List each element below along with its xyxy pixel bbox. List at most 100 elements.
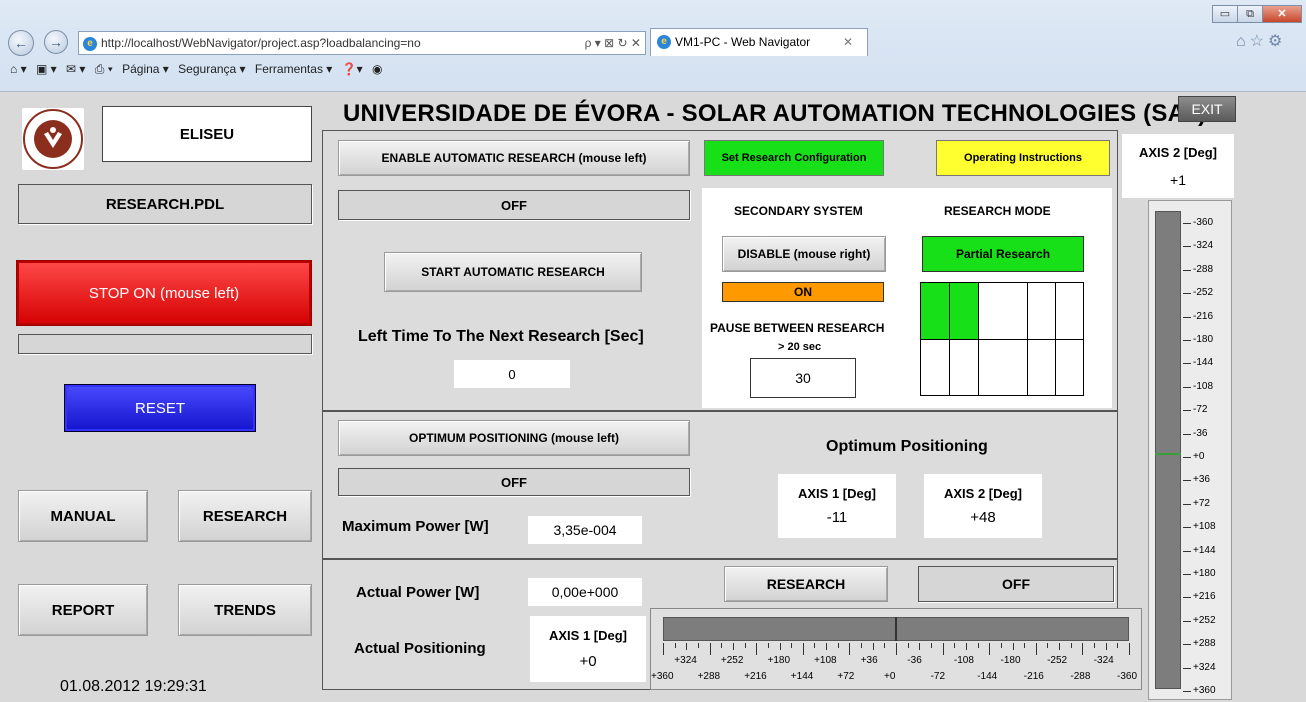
gauge-tick (1183, 550, 1191, 552)
gauge-tick (1183, 293, 1191, 295)
gauge-tick-label: -108 (1193, 380, 1214, 392)
reset-button[interactable]: RESET (64, 384, 256, 432)
left-time-value: 0 (454, 360, 570, 388)
cmd-feeds-icon[interactable]: ▣ ▾ (36, 62, 57, 76)
optimum-positioning-title: Optimum Positioning (826, 438, 988, 455)
gauge-tick (1183, 527, 1191, 529)
scale-tick (1129, 643, 1130, 655)
research-mode-value[interactable]: Partial Research (922, 236, 1084, 272)
instructions-button[interactable]: Operating Instructions (936, 140, 1110, 176)
research-mode-label: RESEARCH MODE (944, 204, 1051, 218)
address-bar[interactable]: e http://localhost/WebNavigator/project.… (78, 31, 646, 55)
scale-minor-tick (791, 643, 793, 648)
gauge-tick-label: +0 (1193, 451, 1205, 462)
scale-minor-tick (709, 643, 711, 648)
scale-minor-tick (861, 643, 863, 648)
enable-research-button[interactable]: ENABLE AUTOMATIC RESEARCH (mouse left) (338, 140, 690, 176)
disable-secondary-button[interactable]: DISABLE (mouse right) (722, 236, 886, 272)
optimum-positioning-button[interactable]: OPTIMUM POSITIONING (mouse left) (338, 420, 690, 456)
maximize-button[interactable]: ⧉ (1237, 5, 1263, 23)
research-nav-button[interactable]: RESEARCH (178, 490, 312, 542)
scale-tick-label: +0 (884, 671, 896, 682)
gauge-tick-label: +360 (1193, 685, 1216, 696)
stop-button[interactable]: STOP ON (mouse left) (16, 260, 312, 326)
scale-minor-tick (767, 643, 769, 648)
command-bar: ⌂ ▾ ▣ ▾ ✉ ▾ ⎙ ▾ Página ▾ Segurança ▾ Fer… (10, 62, 388, 77)
scale-tick-label: -180 (1000, 655, 1021, 666)
gauge-tick-label: -180 (1193, 334, 1214, 345)
scale-tick-label: +144 (790, 671, 814, 682)
axis1-horizontal-scale: +360 +288 +216 +144 +72 +0 -72 -144 -216 -288 -360… (650, 608, 1142, 690)
address-tools[interactable]: ρ ▾ ⊠ ↻ ✕ (585, 32, 641, 54)
actual-axis1-box: AXIS 1 [Deg] +0 (530, 616, 646, 682)
gauge-tick (1183, 667, 1191, 669)
scale-minor-tick (1000, 643, 1002, 648)
actual-research-button[interactable]: RESEARCH (724, 566, 888, 602)
cmd-mail-icon[interactable]: ✉ ▾ (66, 62, 85, 76)
gauge-tick (1183, 574, 1191, 575)
gauge-tick-label: +144 (1193, 544, 1216, 556)
cmd-print-icon[interactable]: ⎙ ▾ (95, 62, 113, 76)
scale-tick-label: -252 (1047, 655, 1068, 666)
gauge-tick-label: -324 (1193, 240, 1214, 252)
optimum-axis2-value: +48 (970, 509, 996, 526)
trends-button[interactable]: TRENDS (178, 584, 312, 636)
cmd-security-menu[interactable]: Segurança ▾ (178, 62, 245, 76)
cmd-page-menu[interactable]: Página ▾ (122, 62, 169, 76)
start-research-button[interactable]: START AUTOMATIC RESEARCH (384, 252, 642, 292)
browser-tab[interactable]: e VM1-PC - Web Navigator ✕ (650, 28, 868, 56)
university-logo (22, 108, 84, 170)
gauge-tick-label: -252 (1193, 287, 1214, 299)
scale-minor-tick (674, 643, 676, 648)
exit-button[interactable]: EXIT (1178, 96, 1236, 122)
gauge-tick (1183, 410, 1191, 412)
axis2-value: +1 (1170, 171, 1186, 188)
cmd-help-icon[interactable]: ❓▾ (342, 62, 363, 76)
optimum-positioning-status: OFF (338, 468, 690, 496)
scale-minor-tick (756, 643, 758, 648)
max-power-label: Maximum Power [W] (342, 518, 489, 535)
forward-button[interactable]: → (44, 30, 68, 54)
cmd-tools-menu[interactable]: Ferramentas ▾ (255, 62, 332, 76)
star-icon[interactable]: ☆ (1250, 33, 1268, 50)
scale-minor-tick (814, 643, 816, 648)
scale-minor-tick (930, 643, 932, 648)
back-arrow-icon: ← (14, 35, 28, 51)
user-name: ELISEU (102, 106, 312, 162)
forward-arrow-icon: → (49, 34, 63, 50)
scale-minor-tick (1070, 643, 1072, 648)
minimize-button[interactable]: ▭ (1212, 5, 1238, 23)
grid-cell (1027, 282, 1056, 340)
grid-cell (1055, 282, 1084, 340)
secondary-status: ON (722, 282, 884, 302)
set-config-button[interactable]: Set Research Configuration (704, 140, 884, 176)
axis1-position-marker (895, 617, 897, 641)
left-time-label: Left Time To The Next Research [Sec] (358, 328, 644, 345)
scale-minor-tick (1012, 643, 1014, 648)
scale-tick-label: +108 (814, 655, 837, 666)
scale-minor-tick (1094, 643, 1096, 648)
university-seal-icon (23, 109, 83, 169)
scale-minor-tick (686, 643, 688, 648)
gear-icon[interactable]: ⚙ (1268, 33, 1286, 50)
gauge-tick (1183, 457, 1191, 458)
cmd-extra-icon[interactable]: ◉ (372, 62, 382, 76)
scale-minor-tick (965, 643, 967, 648)
gauge-tick-label: +36 (1193, 474, 1210, 486)
home-icon[interactable]: ⌂ (1236, 33, 1250, 50)
back-button[interactable]: ← (8, 30, 34, 56)
tab-close-icon[interactable]: ✕ (843, 29, 853, 55)
close-window-button[interactable]: ✕ (1262, 5, 1302, 23)
manual-button[interactable]: MANUAL (18, 490, 148, 542)
browser-right-icons: ⌂☆⚙ (1236, 31, 1286, 51)
grid-cell (1055, 339, 1084, 396)
scale-minor-tick (896, 643, 897, 648)
report-button[interactable]: REPORT (18, 584, 148, 636)
axis2-vertical-gauge: -360 -324 -288 -252 -216 -180 -144 -108 -72 -36 +0… (1148, 200, 1232, 700)
cmd-home-icon[interactable]: ⌂ ▾ (10, 62, 27, 76)
scale-tick-label: +288 (697, 671, 721, 682)
pause-value[interactable]: 30 (750, 358, 856, 398)
axis2-label: AXIS 2 [Deg] (1138, 144, 1217, 160)
page-title: UNIVERSIDADE DE ÉVORA - SOLAR AUTOMATION… (343, 100, 1207, 127)
grid-cell (978, 282, 1028, 340)
